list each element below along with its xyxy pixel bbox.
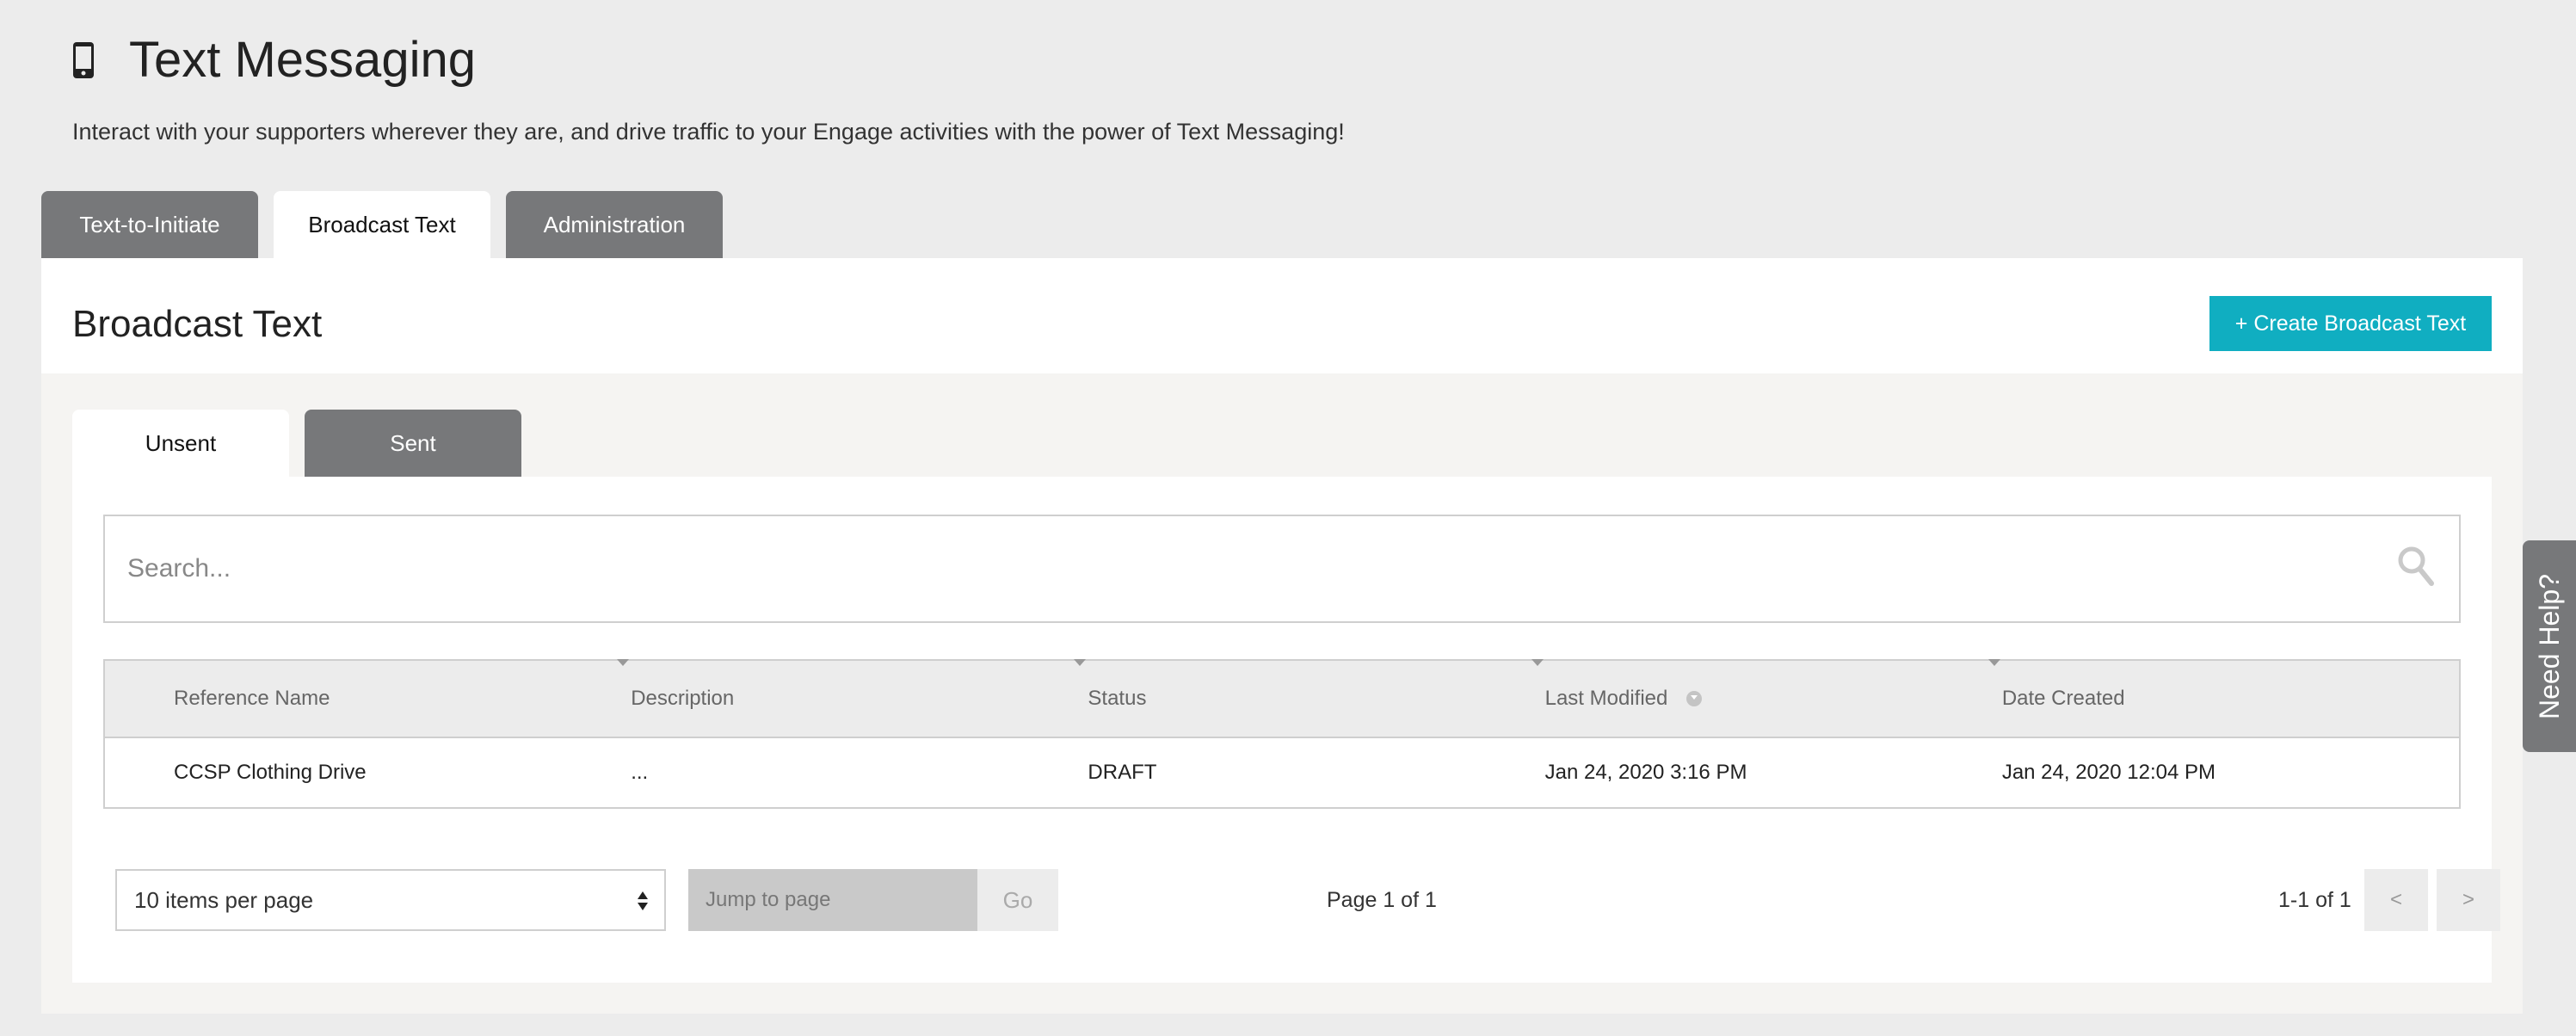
tab-unsent[interactable]: Unsent — [72, 410, 289, 477]
column-label: Description — [631, 687, 735, 710]
mobile-phone-icon — [72, 41, 95, 79]
items-per-page-value: 10 items per page — [134, 886, 314, 913]
select-arrows-icon — [637, 890, 649, 912]
sub-tabs: Unsent Sent — [72, 410, 537, 477]
column-label: Status — [1088, 687, 1147, 710]
table-header: Reference Name Description Status Last M… — [105, 659, 2459, 738]
page-subtitle: Interact with your supporters wherever t… — [72, 119, 1345, 145]
cell-description: ... — [631, 761, 649, 784]
search-box — [103, 515, 2461, 623]
page-indicator: Page 1 of 1 — [1327, 888, 1437, 912]
tab-text-to-initiate[interactable]: Text-to-Initiate — [41, 191, 258, 258]
broadcast-table: Reference Name Description Status Last M… — [103, 659, 2461, 809]
range-indicator: 1-1 of 1 — [2278, 888, 2351, 912]
panel-title: Broadcast Text — [72, 303, 323, 345]
column-status[interactable]: Status — [1088, 659, 1544, 737]
pagination: 10 items per page Go Page 1 of 1 1-1 of … — [72, 869, 2500, 931]
caret-down-icon — [617, 659, 630, 666]
column-label: Date Created — [2001, 687, 2125, 710]
cell-date-created: Jan 24, 2020 12:04 PM — [2001, 761, 2215, 784]
content-area: Reference Name Description Status Last M… — [72, 477, 2500, 983]
page-header: Text Messaging — [72, 31, 476, 89]
go-button[interactable]: Go — [977, 869, 1058, 931]
next-page-button[interactable]: > — [2437, 869, 2500, 931]
main-tabs: Text-to-Initiate Broadcast Text Administ… — [41, 191, 738, 258]
jump-to-page-input[interactable] — [688, 869, 977, 931]
tab-administration[interactable]: Administration — [506, 191, 723, 258]
panel-header: Broadcast Text + Create Broadcast Text — [41, 258, 2523, 373]
tab-sent[interactable]: Sent — [305, 410, 521, 477]
previous-page-button[interactable]: < — [2364, 869, 2428, 931]
cell-status: DRAFT — [1088, 761, 1157, 784]
page-title: Text Messaging — [129, 32, 476, 88]
need-help-tab[interactable]: Need Help? — [2523, 540, 2576, 752]
column-reference-name[interactable]: Reference Name — [105, 659, 631, 737]
cell-last-modified: Jan 24, 2020 3:16 PM — [1544, 761, 1747, 784]
column-last-modified[interactable]: Last Modified — [1544, 659, 2002, 737]
caret-down-icon — [1987, 659, 2000, 666]
broadcast-panel: Broadcast Text + Create Broadcast Text U… — [41, 258, 2523, 1014]
create-broadcast-button[interactable]: + Create Broadcast Text — [2209, 296, 2492, 351]
column-label: Reference Name — [174, 687, 330, 710]
column-label: Last Modified — [1544, 687, 1668, 710]
caret-down-icon — [1531, 659, 1544, 666]
sort-indicator-icon — [1686, 691, 1703, 706]
cell-reference-name[interactable]: CCSP Clothing Drive — [105, 738, 631, 807]
need-help-label: Need Help? — [2533, 573, 2565, 719]
column-description[interactable]: Description — [631, 659, 1088, 737]
items-per-page-select[interactable]: 10 items per page — [115, 869, 666, 931]
search-input[interactable] — [127, 554, 2364, 583]
table-row[interactable]: CCSP Clothing Drive ... DRAFT Jan 24, 20… — [105, 738, 2459, 807]
caret-down-icon — [1074, 659, 1087, 666]
search-icon[interactable] — [2397, 546, 2435, 589]
tab-broadcast-text[interactable]: Broadcast Text — [274, 191, 490, 258]
column-date-created[interactable]: Date Created — [2002, 661, 2459, 737]
